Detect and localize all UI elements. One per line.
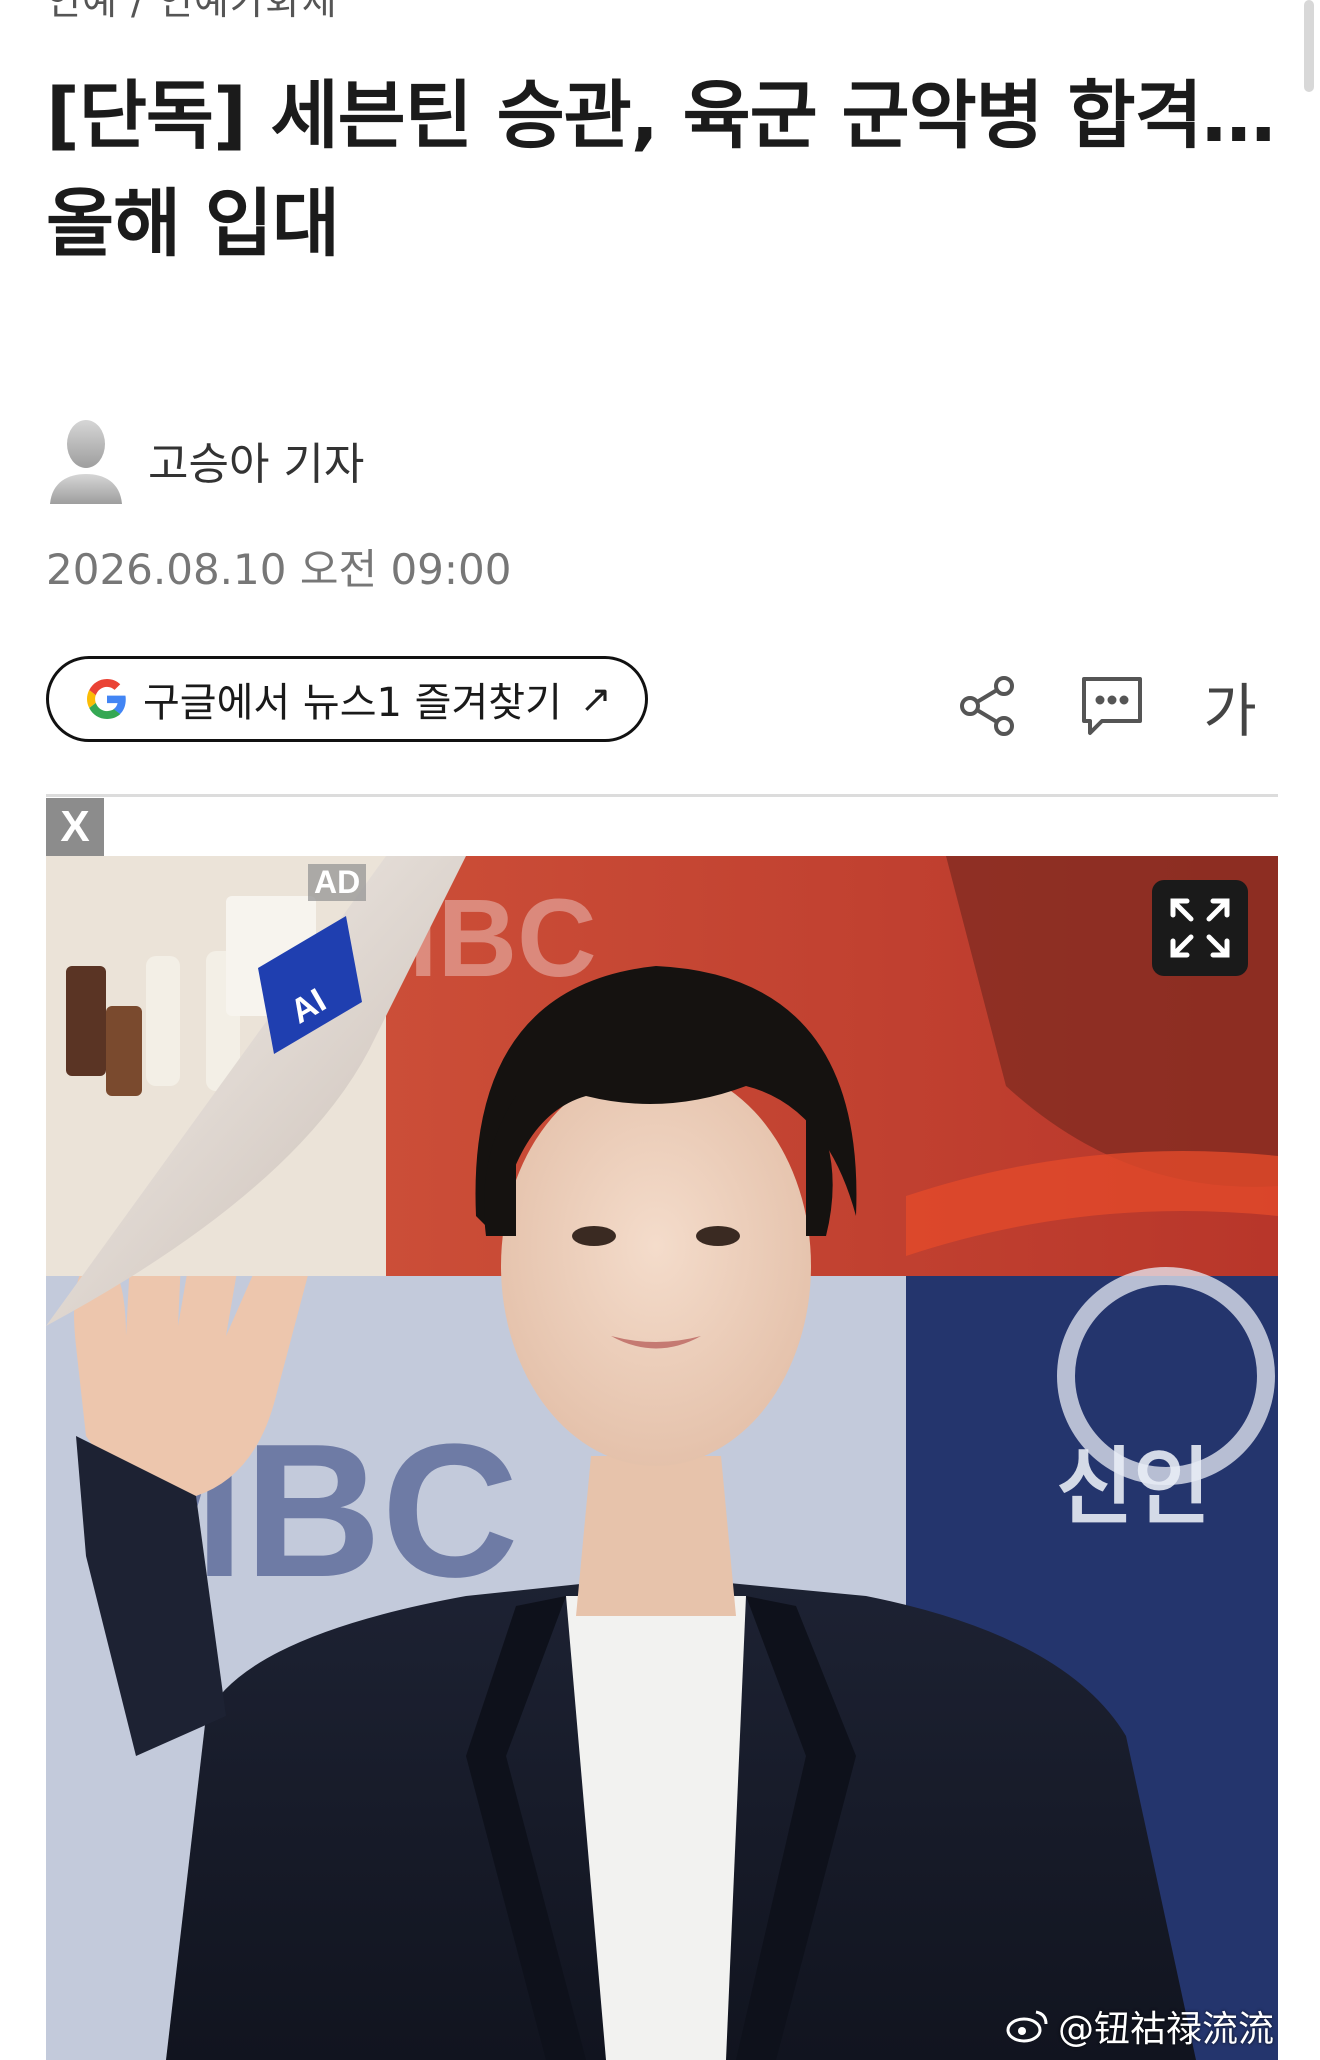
breadcrumb-item-topic[interactable]: 연예가화제 (158, 0, 338, 23)
author-name[interactable]: 고승아 기자 (148, 428, 364, 492)
ad-label: AD (308, 864, 367, 901)
external-arrow-icon: ↗ (579, 677, 612, 721)
google-follow-button[interactable]: 구글에서 뉴스1 즐겨찾기 ↗ (46, 656, 648, 742)
divider (46, 794, 1278, 797)
share-icon[interactable] (954, 672, 1022, 740)
article-title: [단독] 세븐틴 승관, 육군 군악병 합격… 올해 입대 (46, 73, 1276, 267)
ad-close-button[interactable]: X (46, 798, 104, 856)
article-tools: 가 (954, 664, 1258, 748)
google-follow-label: 구글에서 뉴스1 즐겨찾기 (143, 680, 562, 726)
author-avatar-icon (46, 416, 126, 504)
scrollbar[interactable] (1304, 0, 1314, 92)
photo-illustration: MBC MBC 신인 AI (46, 856, 1278, 2060)
svg-text:신인: 신인 (1056, 1438, 1211, 1536)
watermark-text: @钮祜禄流流 (1057, 2009, 1274, 2050)
breadcrumb: 연예 / 연예가화제 (46, 0, 338, 25)
weibo-icon (1006, 2010, 1048, 2043)
article-photo[interactable]: MBC MBC 신인 AI AD @钮祜禄流流 (46, 856, 1278, 2060)
breadcrumb-separator: / (131, 0, 145, 23)
breadcrumb-item-entertainment[interactable]: 연예 (46, 0, 118, 23)
watermark: @钮祜禄流流 (1006, 2000, 1274, 2052)
font-size-button[interactable]: 가 (1202, 664, 1258, 748)
comment-icon[interactable] (1078, 672, 1146, 740)
google-g-icon (87, 679, 126, 719)
author-info: 고승아 기자 (46, 416, 364, 504)
publish-datetime: 2026.08.10 오전 09:00 (46, 545, 512, 594)
expand-icon[interactable] (1152, 880, 1248, 976)
